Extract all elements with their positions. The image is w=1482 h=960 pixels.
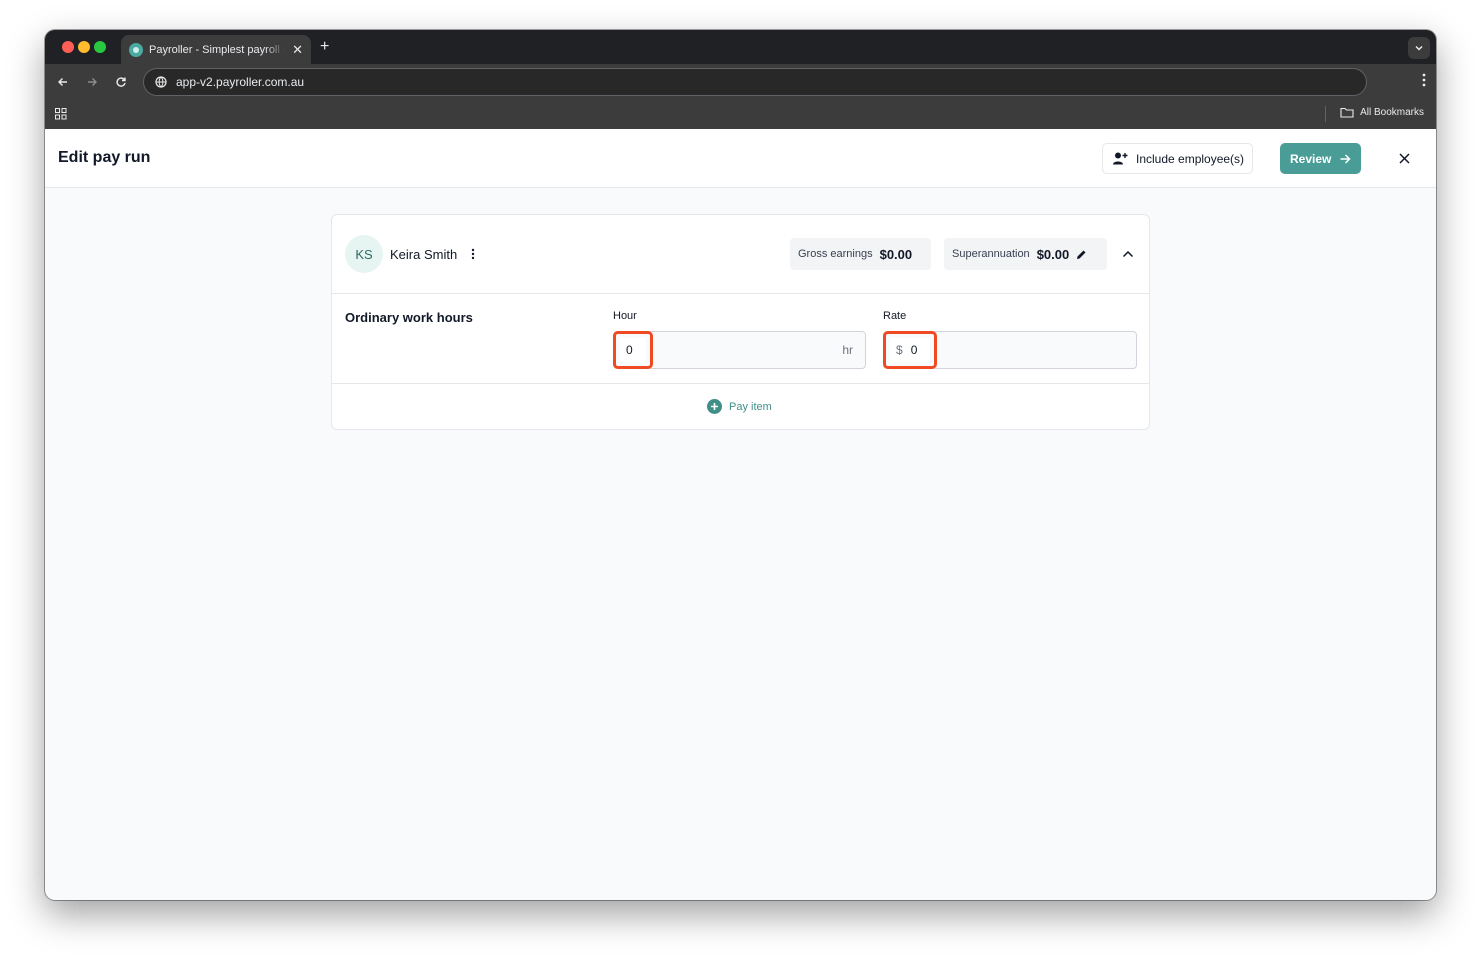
hour-value-highlight: 0 (613, 331, 653, 369)
gross-earnings-value: $0.00 (879, 246, 913, 262)
pencil-icon[interactable] (1076, 249, 1087, 260)
pay-row-title: Ordinary work hours (345, 310, 473, 325)
rate-input[interactable]: $ 0 (883, 331, 1137, 369)
reload-button[interactable] (112, 73, 130, 91)
close-window-button[interactable] (62, 41, 74, 53)
rate-label: Rate (883, 310, 907, 322)
rate-value-highlight: $ 0 (883, 331, 937, 369)
avatar: KS (345, 235, 383, 273)
reload-icon (116, 77, 126, 87)
chevron-down-icon (1415, 45, 1423, 51)
superannuation-label: Superannuation (952, 248, 1030, 260)
browser-window: Payroller - Simplest payroll software ✕ … (45, 30, 1436, 900)
arrow-right-icon (1340, 153, 1351, 164)
close-icon (1398, 152, 1410, 164)
add-user-icon (1113, 152, 1128, 165)
tab-title: Payroller - Simplest payroll software (149, 43, 285, 56)
address-bar[interactable]: app-v2.payroller.com.au (143, 68, 1367, 96)
arrow-right-icon (88, 78, 97, 86)
site-info-icon[interactable] (154, 75, 168, 89)
app-header: Edit pay run Include employee(s) Review (45, 129, 1436, 188)
hour-label: Hour (613, 310, 637, 322)
arrow-left-icon (58, 78, 67, 86)
gross-earnings-badge: Gross earnings $0.00 (790, 238, 931, 270)
bookmarks-divider (1325, 106, 1326, 122)
pay-row-ordinary-hours: Ordinary work hours Hour Rate 0 hr $ 0 (332, 294, 1149, 384)
employee-card-header: KS Keira Smith Gross earnings $0.00 Supe… (332, 215, 1149, 294)
browser-chrome: Payroller - Simplest payroll software ✕ … (45, 30, 1436, 129)
pay-item-label: Pay item (729, 400, 772, 413)
url-text: app-v2.payroller.com.au (176, 75, 305, 89)
bookmarks-bar: All Bookmarks (45, 100, 1436, 129)
superannuation-value: $0.00 (1036, 246, 1070, 262)
gross-earnings-label: Gross earnings (798, 248, 873, 260)
all-bookmarks-label: All Bookmarks (1360, 107, 1424, 118)
page-title: Edit pay run (58, 149, 151, 166)
forward-button[interactable] (83, 73, 101, 91)
apps-grid-icon[interactable] (55, 107, 67, 125)
review-label: Review (1290, 151, 1332, 166)
employee-options-button[interactable] (469, 247, 477, 261)
hour-input[interactable]: 0 hr (613, 331, 866, 369)
plus-circle-icon (707, 399, 722, 414)
tab-strip: Payroller - Simplest payroll software ✕ … (45, 30, 1436, 64)
rate-value-box: $ 0 (890, 338, 930, 362)
chevron-up-icon (1122, 250, 1134, 258)
payroller-favicon-icon (129, 42, 143, 57)
navigation-bar: app-v2.payroller.com.au (45, 64, 1436, 100)
folder-icon (1340, 107, 1354, 118)
include-employees-label: Include employee(s) (1136, 151, 1245, 166)
superannuation-badge[interactable]: Superannuation $0.00 (944, 238, 1107, 270)
new-tab-button[interactable]: + (320, 38, 329, 56)
employee-pay-card: KS Keira Smith Gross earnings $0.00 Supe… (331, 214, 1150, 430)
rate-value: 0 (910, 343, 918, 357)
employee-name: Keira Smith (390, 247, 458, 262)
close-button[interactable] (1396, 150, 1412, 166)
hour-value-box: 0 (620, 338, 646, 362)
minimize-window-button[interactable] (78, 41, 90, 53)
hour-value: 0 (626, 343, 633, 357)
vertical-dots-icon (1422, 73, 1426, 87)
all-bookmarks-button[interactable]: All Bookmarks (1340, 107, 1424, 118)
currency-symbol: $ (896, 343, 903, 357)
hour-unit: hr (842, 343, 853, 357)
tab-search-button[interactable] (1408, 37, 1430, 59)
back-button[interactable] (54, 73, 72, 91)
add-pay-item-button[interactable]: Pay item (707, 399, 772, 414)
collapse-button[interactable] (1121, 247, 1135, 261)
vertical-dots-icon (471, 248, 475, 260)
review-button[interactable]: Review (1280, 143, 1361, 174)
browser-tab[interactable]: Payroller - Simplest payroll software ✕ (121, 35, 311, 64)
include-employees-button[interactable]: Include employee(s) (1102, 143, 1253, 174)
tab-close-icon[interactable]: ✕ (292, 42, 303, 58)
maximize-window-button[interactable] (94, 41, 106, 53)
browser-menu-button[interactable] (1422, 73, 1426, 92)
